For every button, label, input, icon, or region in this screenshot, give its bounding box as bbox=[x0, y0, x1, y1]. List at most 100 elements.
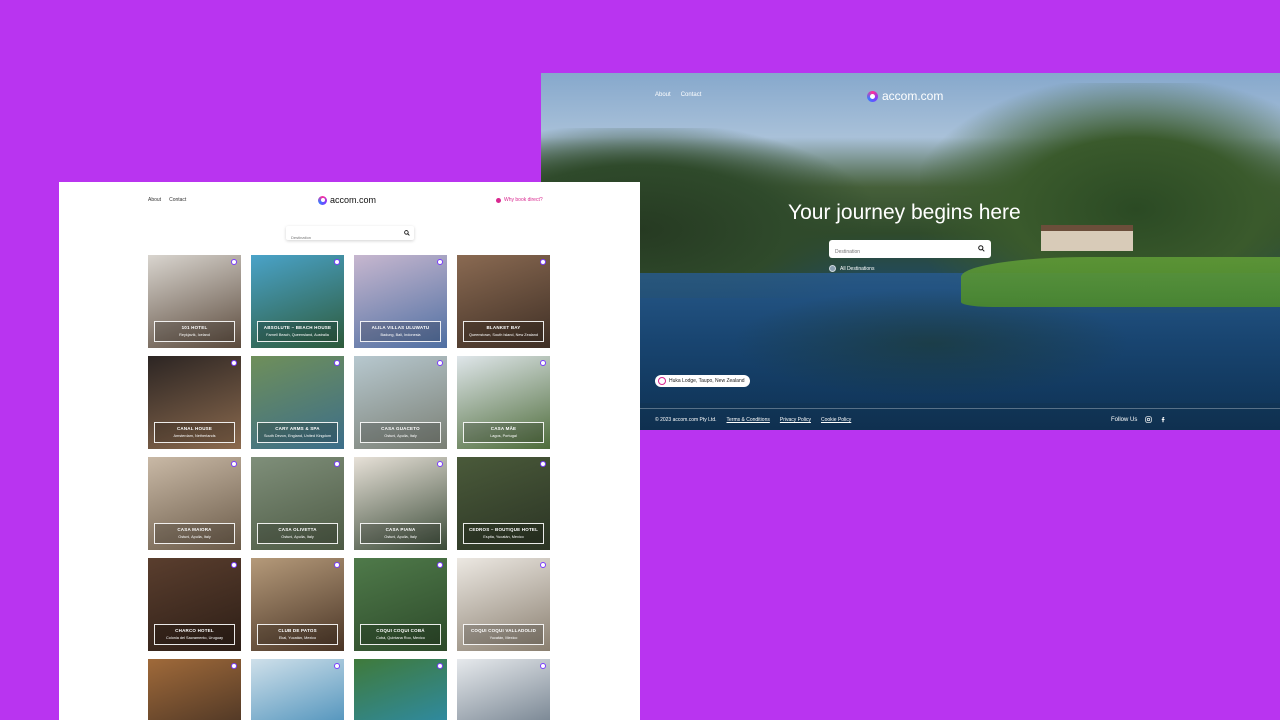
property-card[interactable] bbox=[354, 659, 447, 720]
hero-footer: © 2023 accom.com Pty Ltd. Terms & Condit… bbox=[541, 408, 1280, 430]
property-card[interactable] bbox=[148, 659, 241, 720]
hero-lawn bbox=[961, 257, 1280, 307]
terms-link[interactable]: Terms & Conditions bbox=[727, 417, 770, 423]
logo-text: accom.com bbox=[330, 195, 377, 205]
property-location: Badung, Bali, Indonesia bbox=[380, 333, 421, 337]
why-book-direct-label: Why book direct? bbox=[504, 197, 543, 203]
location-pin-icon bbox=[658, 377, 666, 385]
property-card[interactable]: CANAL HOUSE Amsterdam, Netherlands bbox=[148, 356, 241, 449]
nav-contact-link[interactable]: Contact bbox=[169, 197, 186, 203]
nav-about-link[interactable]: About bbox=[148, 197, 161, 203]
brand-badge-icon bbox=[540, 461, 546, 467]
globe-icon bbox=[829, 265, 836, 272]
location-pill[interactable]: Huka Lodge, Taupo, New Zealand bbox=[655, 375, 750, 387]
property-name: CANAL HOUSE bbox=[176, 426, 213, 431]
property-location: Queenstown, South Island, New Zealand bbox=[468, 333, 539, 337]
brand-badge-icon bbox=[437, 562, 443, 568]
property-card[interactable]: COQUI COQUI VALLADOLID Yucatán, Mexico bbox=[457, 558, 550, 651]
property-location: Cobá, Quintana Roo, Mexico bbox=[376, 636, 425, 640]
why-book-direct-link[interactable]: Why book direct? bbox=[496, 197, 543, 203]
property-card[interactable] bbox=[457, 659, 550, 720]
logo-mark-icon bbox=[867, 90, 878, 102]
property-name: COQUI COQUI VALLADOLID bbox=[470, 628, 537, 633]
brand-badge-icon bbox=[231, 461, 237, 467]
search-icon[interactable] bbox=[404, 230, 410, 236]
brand-badge-icon bbox=[231, 360, 237, 366]
hero-search-box[interactable] bbox=[829, 240, 991, 261]
listing-search-box[interactable] bbox=[286, 226, 414, 245]
property-label: ABSOLUTE – BEACH HOUSE Farnell Beach, Que… bbox=[257, 321, 338, 342]
follow-us-label: Follow Us bbox=[1111, 416, 1138, 423]
brand-badge-icon bbox=[334, 461, 340, 467]
property-name: CARY ARMS & SPA bbox=[275, 426, 320, 431]
property-name: 101 HOTEL bbox=[181, 325, 208, 330]
nav-contact-link[interactable]: Contact bbox=[681, 92, 702, 98]
property-card[interactable]: CASA MAIORA Ostuni, Apulia, Italy bbox=[148, 457, 241, 550]
cookie-link[interactable]: Cookie Policy bbox=[821, 417, 851, 423]
hero-search-input[interactable] bbox=[829, 243, 969, 261]
property-location: Lagos, Portugal bbox=[490, 434, 517, 438]
property-card[interactable]: ABSOLUTE – BEACH HOUSE Farnell Beach, Que… bbox=[251, 255, 344, 348]
search-icon[interactable] bbox=[978, 245, 985, 252]
property-card[interactable]: CHARCO HOTEL Colonia del Sacramento, Urug… bbox=[148, 558, 241, 651]
property-name: CASA MAIORA bbox=[177, 527, 212, 532]
info-dot-icon bbox=[496, 197, 501, 203]
property-card[interactable]: CARY ARMS & SPA South Devon, England, Uni… bbox=[251, 356, 344, 449]
brand-badge-icon bbox=[334, 259, 340, 265]
property-name: CASA GUACETO bbox=[381, 426, 420, 431]
property-name: CLUB DE PATOS bbox=[278, 628, 317, 633]
property-name: ABSOLUTE – BEACH HOUSE bbox=[263, 325, 332, 330]
property-label: CASA MÃE Lagos, Portugal bbox=[463, 422, 544, 443]
property-location: Ostuni, Apulia, Italy bbox=[384, 535, 417, 539]
property-card[interactable]: CLUB DE PATOS Ekal, Yucatán, Mexico bbox=[251, 558, 344, 651]
brand-badge-icon bbox=[540, 663, 546, 669]
property-label: CASA PIANA Ostuni, Apulia, Italy bbox=[360, 523, 441, 544]
property-name: ALILA VILLAS ULUWATU bbox=[371, 325, 430, 330]
brand-badge-icon bbox=[437, 663, 443, 669]
listing-search-input[interactable] bbox=[286, 230, 396, 245]
property-label: CEDROS – BOUTIQUE HOTEL Espita, Yucatán, … bbox=[463, 523, 544, 544]
listing-window: About Contact accom.com Why book direct?… bbox=[59, 182, 640, 720]
brand-badge-icon bbox=[334, 360, 340, 366]
property-card[interactable]: 101 HOTEL Reykjavík, Iceland bbox=[148, 255, 241, 348]
listing-nav: About Contact bbox=[148, 197, 186, 203]
property-name: CHARCO HOTEL bbox=[175, 628, 214, 633]
property-name: CASA MÃE bbox=[490, 426, 517, 431]
property-label: COQUI COQUI VALLADOLID Yucatán, Mexico bbox=[463, 624, 544, 645]
brand-badge-icon bbox=[540, 360, 546, 366]
property-label: CASA OLIVETTA Ostuni, Apulia, Italy bbox=[257, 523, 338, 544]
hero-lodge bbox=[1041, 225, 1133, 251]
property-card[interactable] bbox=[251, 659, 344, 720]
all-destinations-label: All Destinations bbox=[840, 265, 875, 272]
property-card[interactable]: CASA MÃE Lagos, Portugal bbox=[457, 356, 550, 449]
property-label: CLUB DE PATOS Ekal, Yucatán, Mexico bbox=[257, 624, 338, 645]
all-destinations-toggle[interactable]: All Destinations bbox=[829, 265, 874, 272]
property-card[interactable]: CASA GUACETO Ostuni, Apulia, Italy bbox=[354, 356, 447, 449]
facebook-icon[interactable] bbox=[1160, 416, 1167, 423]
hero-logo[interactable]: accom.com bbox=[867, 89, 943, 103]
property-card[interactable]: CASA OLIVETTA Ostuni, Apulia, Italy bbox=[251, 457, 344, 550]
property-card[interactable]: CEDROS – BOUTIQUE HOTEL Espita, Yucatán, … bbox=[457, 457, 550, 550]
property-name: CASA PIANA bbox=[385, 527, 416, 532]
property-label: CHARCO HOTEL Colonia del Sacramento, Urug… bbox=[154, 624, 235, 645]
property-label: CANAL HOUSE Amsterdam, Netherlands bbox=[154, 422, 235, 443]
property-label: BLANKET BAY Queenstown, South Island, New… bbox=[463, 321, 544, 342]
brand-badge-icon bbox=[231, 259, 237, 265]
nav-about-link[interactable]: About bbox=[655, 92, 671, 98]
property-card[interactable]: COQUI COQUI COBÁ Cobá, Quintana Roo, Mexi… bbox=[354, 558, 447, 651]
property-card[interactable]: BLANKET BAY Queenstown, South Island, New… bbox=[457, 255, 550, 348]
property-label: CARY ARMS & SPA South Devon, England, Uni… bbox=[257, 422, 338, 443]
property-name: BLANKET BAY bbox=[486, 325, 521, 330]
brand-badge-icon bbox=[334, 663, 340, 669]
logo-mark-icon bbox=[318, 195, 327, 205]
property-location: Ostuni, Apulia, Italy bbox=[384, 434, 417, 438]
property-location: Colonia del Sacramento, Uruguay bbox=[166, 636, 223, 640]
property-location: Ekal, Yucatán, Mexico bbox=[278, 636, 317, 640]
instagram-icon[interactable] bbox=[1145, 416, 1152, 423]
listing-logo[interactable]: accom.com bbox=[318, 195, 376, 205]
brand-badge-icon bbox=[334, 562, 340, 568]
property-card[interactable]: CASA PIANA Ostuni, Apulia, Italy bbox=[354, 457, 447, 550]
privacy-link[interactable]: Privacy Policy bbox=[780, 417, 811, 423]
property-card[interactable]: ALILA VILLAS ULUWATU Badung, Bali, Indone… bbox=[354, 255, 447, 348]
property-location: Amsterdam, Netherlands bbox=[173, 434, 216, 438]
